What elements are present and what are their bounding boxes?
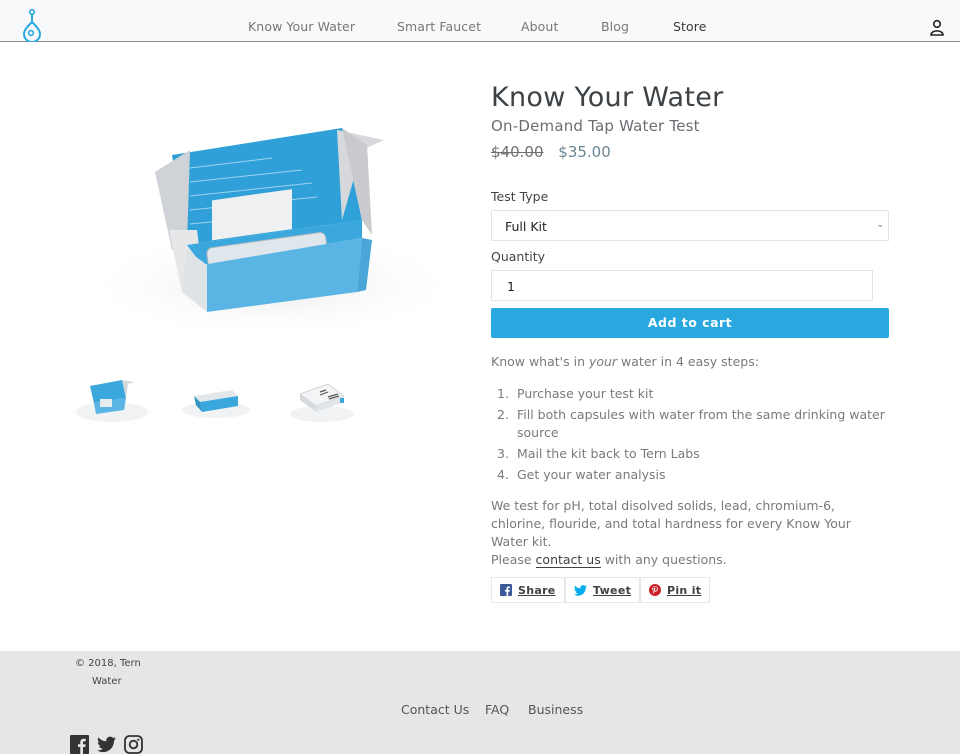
footer-link-contact-us[interactable]: Contact Us <box>401 702 469 717</box>
share-facebook-button[interactable]: Share <box>491 577 565 603</box>
site-header: Know Your Water Smart Faucet About Blog … <box>0 0 960 42</box>
share-label: Pin it <box>667 583 702 597</box>
step-text: Fill both capsules with water from the s… <box>517 407 885 440</box>
list-item: 3. Mail the kit back to Tern Labs <box>497 445 892 463</box>
nav-about[interactable]: About <box>521 19 558 34</box>
price-block: $40.00 $35.00 <box>491 142 889 162</box>
intro-text: Know what's in <box>491 354 589 369</box>
product-thumbnail-1[interactable] <box>72 372 152 424</box>
test-type-label: Test Type <box>491 189 549 204</box>
step-number: 4. <box>497 467 509 482</box>
nav-smart-faucet[interactable]: Smart Faucet <box>397 19 481 34</box>
steps-list: 1. Purchase your test kit 2. Fill both cap… <box>497 385 892 487</box>
copyright-line-1: © 2018, Tern <box>75 658 141 669</box>
step-text: Mail the kit back to Tern Labs <box>517 446 700 461</box>
share-label: Share <box>518 583 556 597</box>
main-nav: Know Your Water Smart Faucet About Blog … <box>0 19 960 37</box>
list-item: 4. Get your water analysis <box>497 466 892 484</box>
share-label: Tweet <box>593 583 632 597</box>
original-price: $40.00 <box>491 143 544 161</box>
instagram-icon[interactable] <box>124 735 143 754</box>
product-title: Know Your Water <box>491 82 724 113</box>
nav-blog[interactable]: Blog <box>601 19 629 34</box>
step-number: 1. <box>497 386 509 401</box>
contact-us-link[interactable]: contact us <box>535 552 601 568</box>
tests-text: We test for pH, total disolved solids, l… <box>491 498 851 549</box>
intro-text-end: water in 4 easy steps: <box>617 354 759 369</box>
nav-store[interactable]: Store <box>673 19 707 34</box>
step-text: Get your water analysis <box>517 467 666 482</box>
sale-price: $35.00 <box>558 143 611 161</box>
please-text: Please <box>491 552 536 567</box>
copyright-line-2: Water <box>92 676 122 687</box>
site-footer: © 2018, Tern Water Contact Us FAQ Busine… <box>0 651 960 754</box>
chevron-down-icon: ⌄ <box>876 220 884 230</box>
footer-link-business[interactable]: Business <box>528 702 583 717</box>
quantity-input[interactable]: 1 <box>491 270 873 301</box>
steps-intro: Know what's in your water in 4 easy step… <box>491 353 891 371</box>
quantity-label: Quantity <box>491 249 546 264</box>
tests-description: We test for pH, total disolved solids, l… <box>491 497 891 569</box>
product-info: Know Your Water On-Demand Tap Water Test… <box>491 82 889 162</box>
facebook-icon[interactable] <box>70 735 89 754</box>
step-number: 3. <box>497 446 509 461</box>
product-thumbnail-2[interactable] <box>176 372 256 424</box>
product-subtitle: On-Demand Tap Water Test <box>491 117 700 135</box>
list-item: 1. Purchase your test kit <box>497 385 892 403</box>
step-text: Purchase your test kit <box>517 386 654 401</box>
product-thumbnail-3[interactable] <box>282 372 362 424</box>
nav-know-your-water[interactable]: Know Your Water <box>248 19 355 34</box>
facebook-icon <box>500 584 512 596</box>
user-icon[interactable] <box>929 19 945 37</box>
share-pinterest-button[interactable]: Pin it <box>640 577 711 603</box>
test-type-select[interactable]: Full Kit ⌄ <box>491 210 889 241</box>
list-item: 2. Fill both capsules with water from the… <box>497 406 892 442</box>
copyright: © 2018, Tern Water <box>75 655 155 691</box>
product-main-image[interactable] <box>72 70 468 348</box>
questions-text: with any questions. <box>600 552 727 567</box>
footer-link-faq[interactable]: FAQ <box>485 702 509 717</box>
pinterest-icon <box>649 584 661 596</box>
intro-emphasis: your <box>588 354 618 369</box>
add-to-cart-button[interactable]: Add to cart <box>491 308 889 338</box>
share-twitter-button[interactable]: Tweet <box>565 577 641 603</box>
test-type-value: Full Kit <box>505 219 547 234</box>
twitter-icon <box>574 584 587 596</box>
twitter-icon[interactable] <box>97 735 116 754</box>
step-number: 2. <box>497 407 509 422</box>
